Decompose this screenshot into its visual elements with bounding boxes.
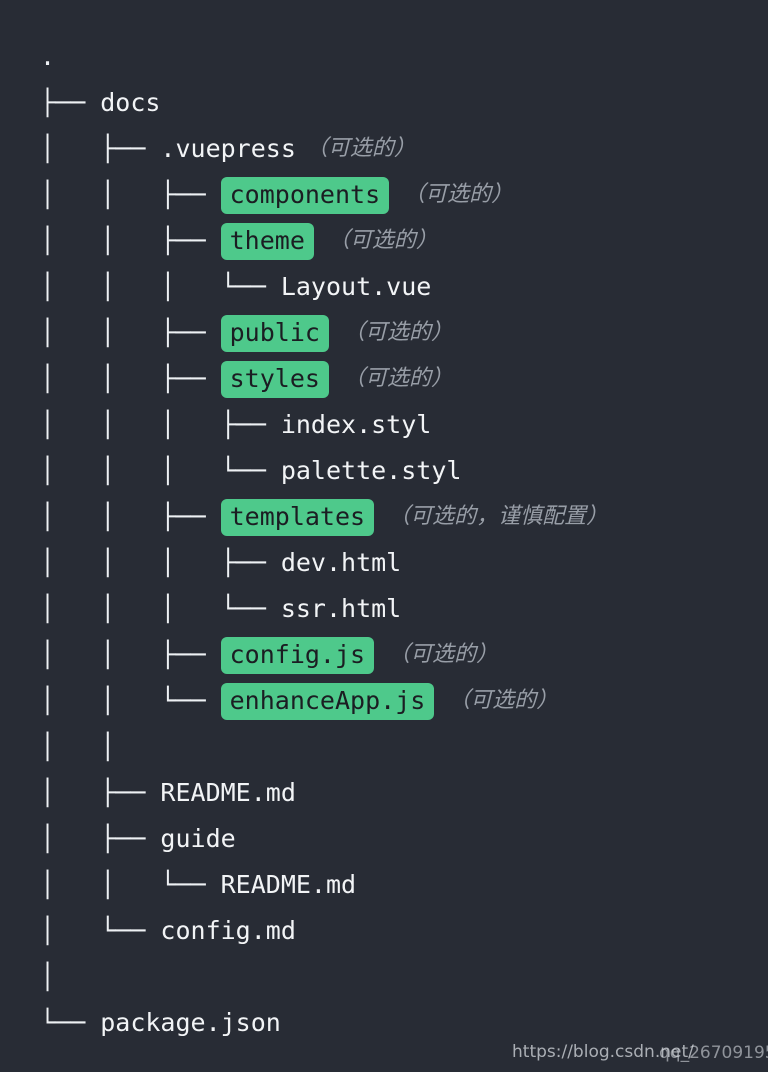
tree-node-annotation: （可选的）: [448, 688, 559, 713]
tree-branch-glyph: .: [40, 42, 56, 71]
tree-row: ├── docs: [40, 80, 768, 126]
tree-node-highlighted: enhanceApp.js: [220, 682, 435, 720]
tree-row: │ │ │ └── palette.styl: [40, 448, 768, 494]
tree-node-highlighted: components: [220, 176, 390, 214]
tree-node-highlighted: config.js: [220, 636, 375, 674]
tree-branch-glyph: │ │ │ └──: [40, 594, 281, 623]
tree-row: │ ├── README.md: [40, 770, 768, 816]
tree-row: │ ├── guide: [40, 816, 768, 862]
tree-node-label: dev.html: [280, 548, 402, 577]
tree-branch-glyph: │ │ └──: [40, 686, 221, 715]
tree-branch-glyph: │ │ │ └──: [40, 456, 281, 485]
tree-node-highlighted: templates: [220, 498, 375, 536]
watermark-username: qq_26709195: [659, 1043, 768, 1063]
tree-row: │ │ ├── config.js （可选的）: [40, 632, 768, 678]
tree-node-annotation: （可选的）: [388, 642, 499, 667]
tree-row: │ │ │ └── Layout.vue: [40, 264, 768, 310]
tree-branch-glyph: │ │ ├──: [40, 226, 221, 255]
tree-branch-glyph: └──: [40, 1008, 101, 1037]
tree-node-highlighted: styles: [220, 360, 329, 398]
tree-row: │ │ │ └── ssr.html: [40, 586, 768, 632]
tree-node-annotation: （可选的）: [342, 366, 453, 391]
tree-branch-glyph: ├──: [40, 88, 101, 117]
tree-branch-glyph: │ │ │ └──: [40, 272, 281, 301]
tree-branch-glyph: │ │ │ ├──: [40, 410, 281, 439]
tree-branch-glyph: │ │ ├──: [40, 640, 221, 669]
tree-row: │ └── config.md: [40, 908, 768, 954]
tree-branch-glyph: │ │ │ ├──: [40, 548, 281, 577]
tree-row: │ │ ├── styles （可选的）: [40, 356, 768, 402]
tree-node-label: palette.styl: [280, 456, 462, 485]
tree-row: │ │ └── README.md: [40, 862, 768, 908]
tree-node-label: Layout.vue: [280, 272, 432, 301]
directory-tree: . ├── docs │ ├── .vuepress （可选的） │ │ ├── com…: [40, 34, 768, 1046]
tree-branch-glyph: │: [40, 962, 56, 991]
tree-branch-glyph: │ │ ├──: [40, 364, 221, 393]
tree-branch-glyph: │ ├──: [40, 824, 161, 853]
tree-row: .: [40, 34, 768, 80]
tree-node-annotation: （可选的）: [327, 228, 438, 253]
tree-node-label: config.md: [160, 916, 296, 945]
tree-node-label: index.styl: [280, 410, 432, 439]
tree-branch-glyph: │ │ ├──: [40, 502, 221, 531]
tree-row: │ │ ├── theme （可选的）: [40, 218, 768, 264]
tree-node-label: guide: [160, 824, 236, 853]
tree-branch-glyph: │ │ ├──: [40, 318, 221, 347]
tree-branch-glyph: │ ├──: [40, 778, 161, 807]
tree-branch-glyph: │ └──: [40, 916, 161, 945]
tree-branch-glyph: │ │ └──: [40, 870, 221, 899]
tree-row: │ │ │ ├── dev.html: [40, 540, 768, 586]
tree-node-annotation: （可选的）: [305, 136, 416, 161]
tree-row: │ │: [40, 724, 768, 770]
tree-branch-glyph: │ │ ├──: [40, 180, 221, 209]
tree-row: │: [40, 954, 768, 1000]
tree-node-label: package.json: [100, 1008, 281, 1037]
tree-row: │ │ ├── components （可选的）: [40, 172, 768, 218]
tree-branch-glyph: │ ├──: [40, 134, 161, 163]
tree-node-highlighted: public: [220, 314, 329, 352]
tree-row: │ │ └── enhanceApp.js （可选的）: [40, 678, 768, 724]
tree-row: │ ├── .vuepress （可选的）: [40, 126, 768, 172]
tree-node-label: .vuepress: [160, 134, 296, 163]
tree-row: │ │ ├── public （可选的）: [40, 310, 768, 356]
tree-node-highlighted: theme: [220, 222, 314, 260]
tree-row: └── package.json: [40, 1000, 768, 1046]
tree-branch-glyph: │ │: [40, 732, 116, 761]
tree-row: │ │ ├── templates （可选的，谨慎配置）: [40, 494, 768, 540]
tree-row: │ │ │ ├── index.styl: [40, 402, 768, 448]
tree-node-annotation: （可选的）: [403, 182, 514, 207]
tree-node-annotation: （可选的，谨慎配置）: [388, 504, 609, 529]
tree-node-label: README.md: [160, 778, 296, 807]
tree-node-label: docs: [100, 88, 161, 117]
tree-node-annotation: （可选的）: [342, 320, 453, 345]
tree-node-label: README.md: [220, 870, 357, 899]
tree-node-label: ssr.html: [280, 594, 402, 623]
